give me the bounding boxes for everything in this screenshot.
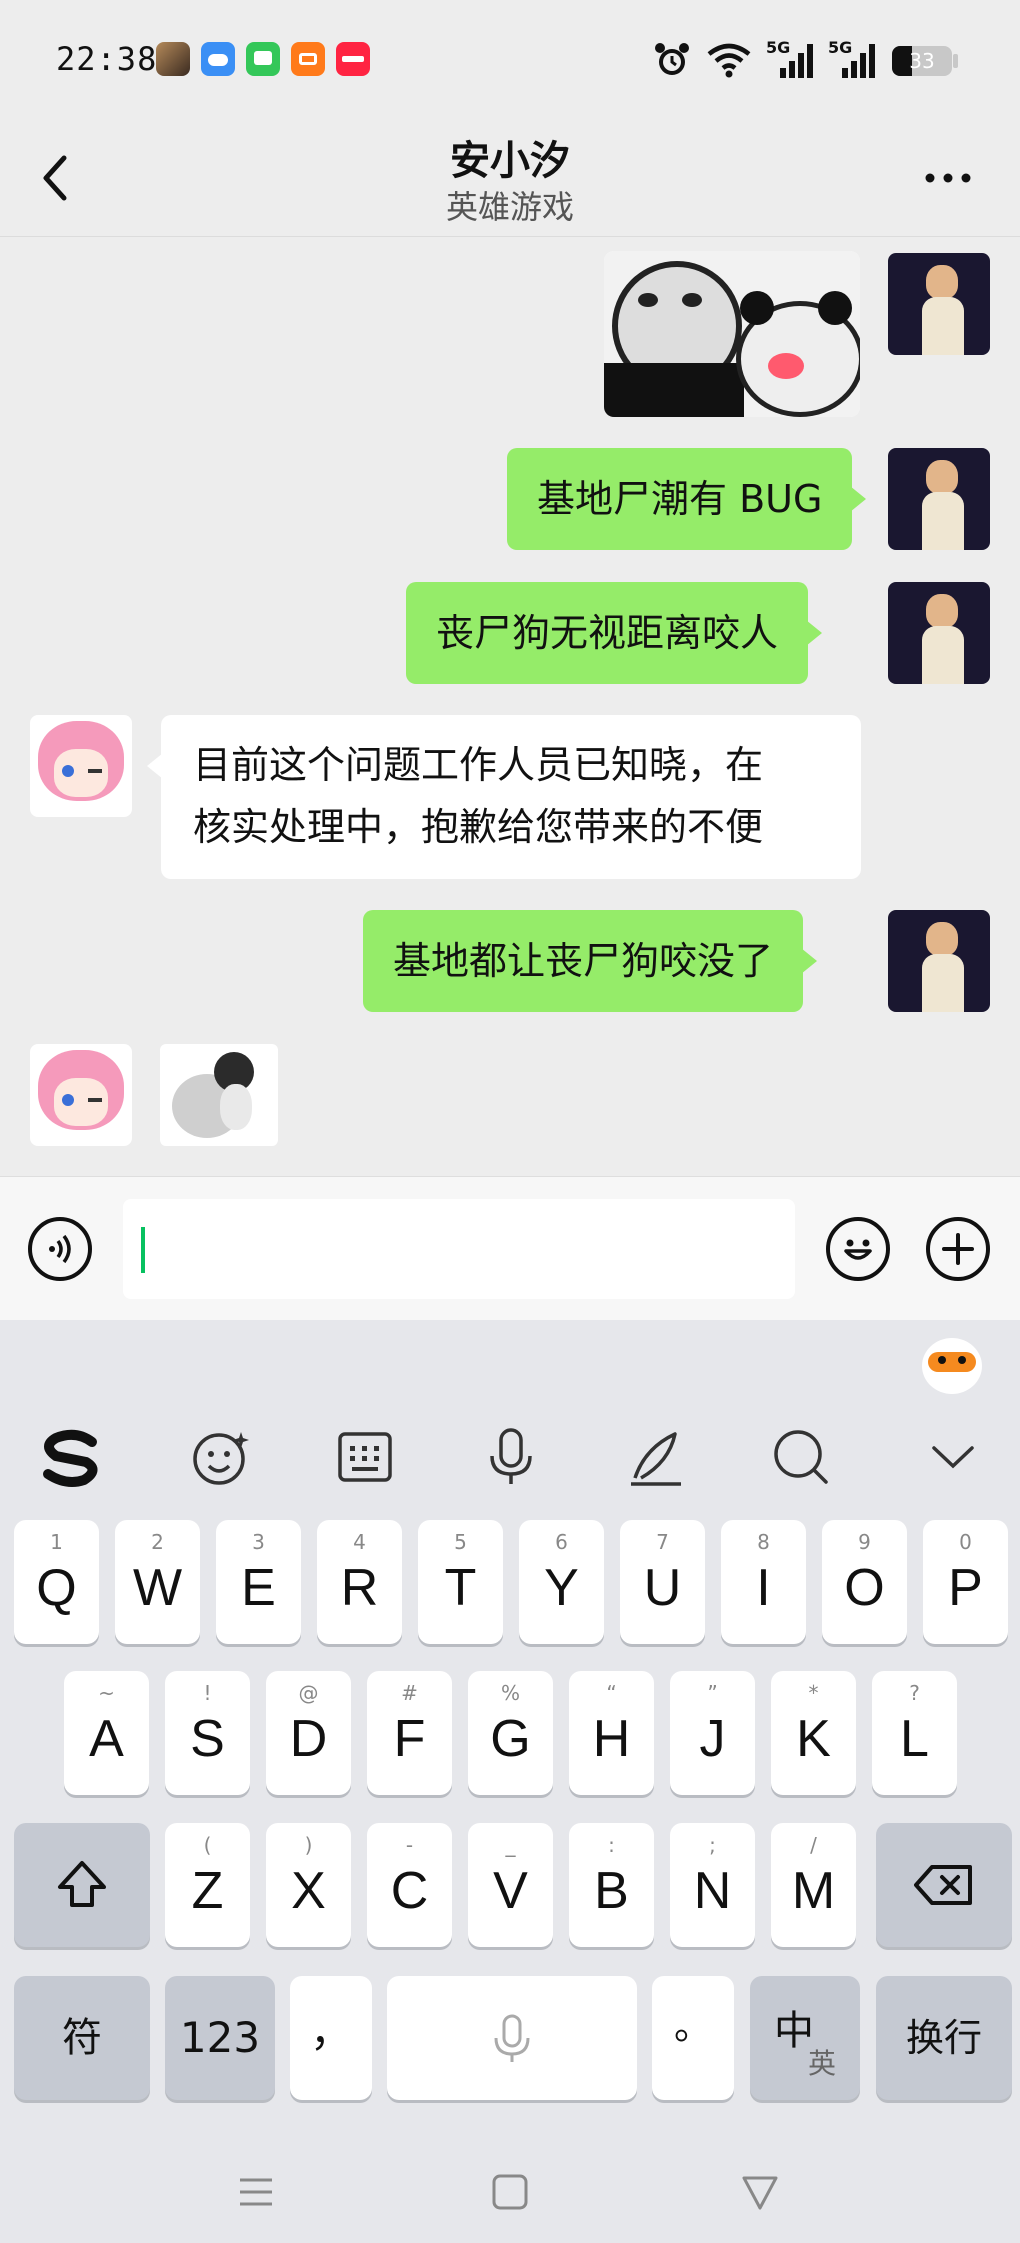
key-l[interactable]: ? L [872, 1671, 957, 1795]
comma-key[interactable]: ， [290, 1976, 372, 2100]
message-text: 丧尸狗无视距离咬人 [436, 611, 779, 655]
plus-icon [942, 1233, 974, 1265]
smiley-icon [844, 1239, 872, 1260]
microphone-icon[interactable] [476, 1422, 546, 1492]
emoji-panel-icon[interactable] [185, 1422, 255, 1492]
keyboard-mascot-icon[interactable] [922, 1338, 982, 1394]
message-text: 基地尸潮有 BUG [537, 477, 823, 521]
penguin-sticker-image[interactable] [160, 1044, 278, 1146]
emoji-button[interactable] [826, 1217, 890, 1281]
message-bubble-sent[interactable]: 基地都让丧尸狗咬没了 [363, 910, 818, 1012]
backspace-icon [914, 1865, 972, 1905]
chat-subtitle: 英雄游戏 [445, 188, 574, 226]
key-w[interactable]: 2W [115, 1520, 200, 1644]
key-m[interactable]: / M [771, 1823, 856, 1947]
menu-nav-icon[interactable] [236, 2172, 276, 2212]
battery-level: 33 [909, 49, 935, 73]
my-avatar[interactable] [888, 448, 990, 550]
key-b[interactable]: :B [569, 1823, 654, 1947]
sogou-logo-icon[interactable] [36, 1422, 106, 1492]
english-label: 英 [808, 2047, 837, 2080]
my-avatar[interactable] [888, 253, 990, 355]
message-input-bar [0, 1176, 1020, 1321]
my-avatar[interactable] [888, 582, 990, 684]
battery-icon: 33 [892, 46, 952, 76]
key-p[interactable]: 0P [923, 1520, 1008, 1644]
symbols-key[interactable]: 符 [14, 1976, 150, 2100]
weather-app-icon [201, 42, 235, 76]
period-key[interactable]: 。 [652, 1976, 734, 2100]
handwriting-pen-icon[interactable] [621, 1422, 691, 1492]
shift-key[interactable] [14, 1823, 150, 1947]
message-bubble-sent[interactable]: 基地尸潮有 BUG [507, 448, 867, 550]
service-avatar[interactable] [30, 715, 132, 817]
key-c[interactable]: -C [367, 1823, 452, 1947]
enter-key[interactable]: 换行 [876, 1976, 1012, 2100]
game-app-icon [156, 42, 190, 76]
key-i[interactable]: 8I [721, 1520, 806, 1644]
key-j[interactable]: ” J [670, 1671, 755, 1795]
key-s[interactable]: ! S [165, 1671, 250, 1795]
voice-input-button[interactable] [28, 1217, 92, 1281]
space-key[interactable] [387, 1976, 637, 2100]
battery-tip [953, 54, 958, 68]
wallet-app-icon [291, 42, 325, 76]
key-t[interactable]: 5T [418, 1520, 503, 1644]
back-nav-icon[interactable] [740, 2172, 780, 2212]
key-o[interactable]: 9O [822, 1520, 907, 1644]
chat-message-list: 基地尸潮有 BUG 丧尸狗无视距离咬人 目前这个问题工作人员已知晓，在 核实处理… [0, 237, 1020, 1175]
alarm-icon [655, 43, 689, 75]
more-options-icon[interactable] [918, 164, 978, 192]
key-y[interactable]: 6Y [519, 1520, 604, 1644]
key-a[interactable]: ~ A [64, 1671, 149, 1795]
status-time: 22:38 [56, 40, 158, 78]
search-icon[interactable] [766, 1422, 836, 1492]
soft-keyboard: 1Q 2W 3E 4R 5T 6Y 7U 8I 9O 0P ~ A ! S @ D #… [0, 1320, 1020, 2243]
key-n[interactable]: ; N [670, 1823, 755, 1947]
my-avatar[interactable] [888, 910, 990, 1012]
message-bubble-sent[interactable]: 丧尸狗无视距离咬人 [406, 582, 823, 684]
key-g[interactable]: % G [468, 1671, 553, 1795]
message-input-field[interactable] [123, 1199, 795, 1299]
key-k[interactable]: * K [771, 1671, 856, 1795]
key-v[interactable]: _ V [468, 1823, 553, 1947]
service-avatar[interactable] [30, 1044, 132, 1146]
text-cursor [141, 1227, 145, 1273]
key-x[interactable]: ) X [266, 1823, 351, 1947]
key-r[interactable]: 4R [317, 1520, 402, 1644]
keyboard-layout-icon[interactable] [330, 1422, 400, 1492]
signal-strength-icon-2 [842, 44, 875, 78]
space-mic-icon [494, 2014, 530, 2062]
xiaohongshu-app-icon [336, 42, 370, 76]
key-u[interactable]: 7U [620, 1520, 705, 1644]
collapse-keyboard-icon[interactable] [918, 1422, 988, 1492]
numbers-key[interactable]: 123 [165, 1976, 275, 2100]
message-text-line: 核实处理中，抱歉给您带来的不便 [193, 805, 764, 849]
key-h[interactable]: “H [569, 1671, 654, 1795]
panda-sticker-image[interactable] [604, 251, 860, 417]
key-q[interactable]: 1Q [14, 1520, 99, 1644]
message-text-line: 目前这个问题工作人员已知晓，在 [193, 743, 764, 787]
status-bar: 22:38 5G 5G 33 [0, 0, 1020, 120]
shift-arrow-icon [58, 1861, 106, 1907]
language-switch-key[interactable]: 中 英 [750, 1976, 860, 2100]
chat-header: 安小汐 英雄游戏 [0, 120, 1020, 237]
voice-icon [49, 1234, 71, 1264]
backspace-key[interactable] [876, 1823, 1012, 1947]
message-bubble-received[interactable]: 目前这个问题工作人员已知晓，在 核实处理中，抱歉给您带来的不便 [147, 715, 861, 879]
wifi-icon [707, 43, 751, 78]
message-app-icon [246, 42, 280, 76]
signal-strength-icon [780, 44, 813, 78]
key-z[interactable]: (Z [165, 1823, 250, 1947]
more-functions-button[interactable] [926, 1217, 990, 1281]
chat-title: 安小汐 [450, 138, 570, 184]
home-nav-icon[interactable] [490, 2172, 530, 2212]
key-e[interactable]: 3E [216, 1520, 301, 1644]
key-d[interactable]: @ D [266, 1671, 351, 1795]
key-f[interactable]: # F [367, 1671, 452, 1795]
message-text: 基地都让丧尸狗咬没了 [393, 939, 774, 983]
